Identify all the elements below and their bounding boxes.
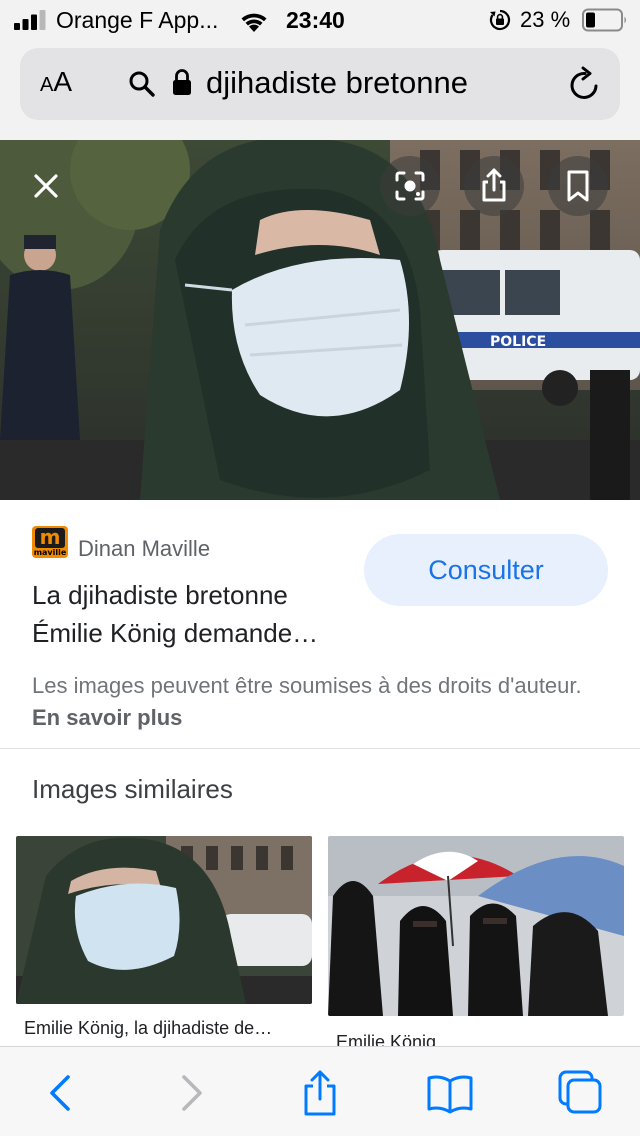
tabs-icon	[558, 1070, 602, 1114]
similar-image-1-caption[interactable]: Emilie König, la djihadiste de…	[24, 1018, 312, 1039]
similar-image-2[interactable]	[328, 836, 624, 1016]
bookmark-icon	[567, 170, 589, 202]
wifi-icon	[241, 13, 267, 32]
back-icon	[50, 1075, 70, 1111]
orientation-lock-icon	[489, 9, 511, 31]
source-logo: m maville	[32, 526, 68, 558]
carrier-name: Orange F App...	[56, 7, 219, 33]
similar-images-heading: Images similaires	[32, 774, 233, 804]
learn-more-link[interactable]: En savoir plus	[32, 705, 182, 730]
toolbar-share-button[interactable]	[296, 1069, 344, 1117]
back-button[interactable]	[38, 1069, 86, 1117]
browser-toolbar	[0, 1046, 640, 1136]
forward-button[interactable]	[166, 1069, 214, 1117]
signal-icon	[14, 10, 46, 30]
main-image-scene: POLICE	[0, 140, 640, 500]
address-bar-area: AA djihadiste bretonne	[0, 40, 640, 140]
tabs-button[interactable]	[556, 1069, 604, 1117]
bookmarks-icon	[427, 1075, 473, 1114]
similar-image-1[interactable]	[16, 836, 312, 1004]
forward-icon	[182, 1075, 202, 1111]
share-button[interactable]	[464, 156, 524, 216]
padlock-icon	[173, 69, 191, 95]
bookmarks-button[interactable]	[426, 1069, 474, 1117]
search-icon	[129, 71, 155, 97]
share-icon	[482, 168, 506, 202]
battery-percent: 23 %	[520, 7, 571, 32]
copyright-notice: Les images peuvent être soumises à des d…	[32, 673, 582, 730]
google-lens-button[interactable]	[380, 156, 440, 216]
similar-image-1-scene	[16, 836, 312, 1004]
url-text[interactable]: djihadiste bretonne	[206, 65, 468, 101]
address-bar[interactable]: AA djihadiste bretonne	[20, 48, 620, 120]
result-title[interactable]: La djihadiste bretonne Émilie König dema…	[32, 576, 352, 652]
battery-icon	[582, 8, 626, 32]
similar-image-2-scene	[328, 836, 624, 1016]
source-name[interactable]: Dinan Maville	[78, 536, 210, 562]
close-icon	[34, 174, 58, 198]
close-button[interactable]	[16, 156, 76, 216]
bookmark-button[interactable]	[548, 156, 608, 216]
status-bar: Orange F App... 23:40 23 %	[0, 0, 640, 40]
text-size-button[interactable]: AA	[40, 66, 72, 102]
svg-text:POLICE: POLICE	[490, 334, 546, 350]
share-icon	[304, 1070, 336, 1116]
reload-icon[interactable]	[568, 66, 602, 102]
main-image[interactable]: POLICE	[0, 140, 640, 500]
google-lens-icon	[395, 171, 425, 201]
clock: 23:40	[286, 7, 345, 33]
consult-button[interactable]: Consulter	[364, 534, 608, 606]
divider	[0, 748, 640, 749]
